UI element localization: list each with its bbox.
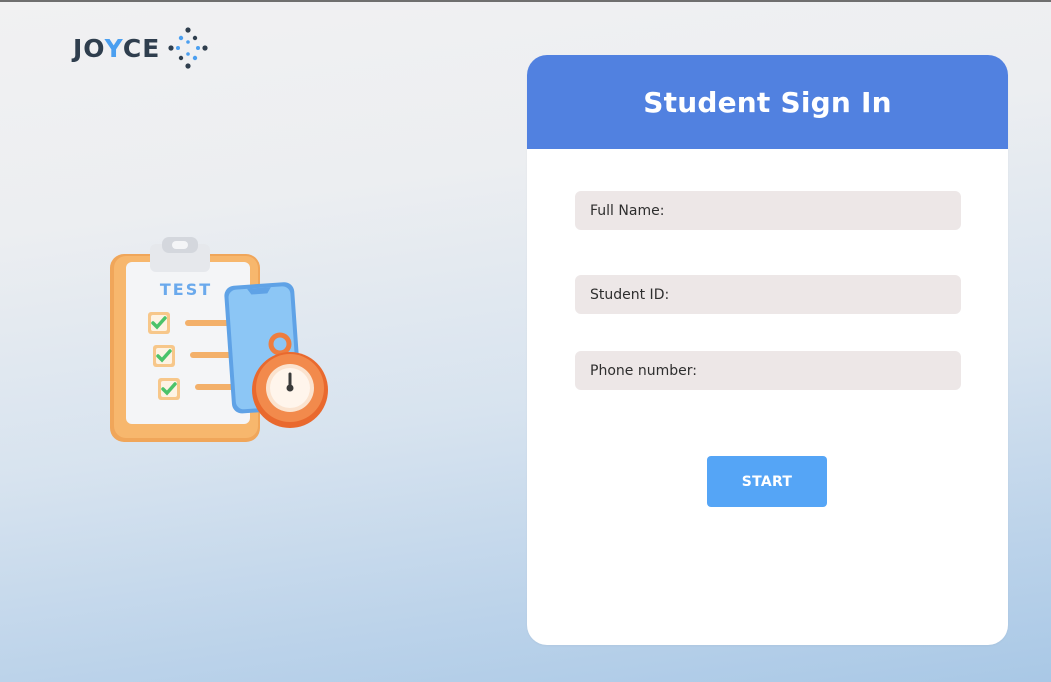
logo-dots-icon (168, 27, 208, 69)
logo-wordmark: JOYCE (73, 33, 161, 63)
student-id-input[interactable] (675, 275, 961, 314)
joyce-logo: JOYCE (73, 26, 210, 70)
student-id-field[interactable]: Student ID: (575, 275, 961, 314)
student-signin-card: Student Sign In Full Name: Student ID: P… (527, 55, 1008, 645)
start-button[interactable]: START (707, 456, 827, 507)
card-header: Student Sign In (527, 55, 1008, 149)
student-id-label: Student ID: (590, 286, 670, 303)
phone-number-input[interactable] (702, 351, 961, 390)
phone-number-field[interactable]: Phone number: (575, 351, 961, 390)
page-title: Student Sign In (643, 85, 892, 119)
clipboard-test-illustration: TEST (110, 237, 328, 442)
phone-number-label: Phone number: (590, 362, 697, 379)
full-name-input[interactable] (670, 191, 961, 230)
clipboard-test-label: TEST (160, 280, 212, 299)
full-name-field[interactable]: Full Name: (575, 191, 961, 230)
full-name-label: Full Name: (590, 202, 665, 219)
